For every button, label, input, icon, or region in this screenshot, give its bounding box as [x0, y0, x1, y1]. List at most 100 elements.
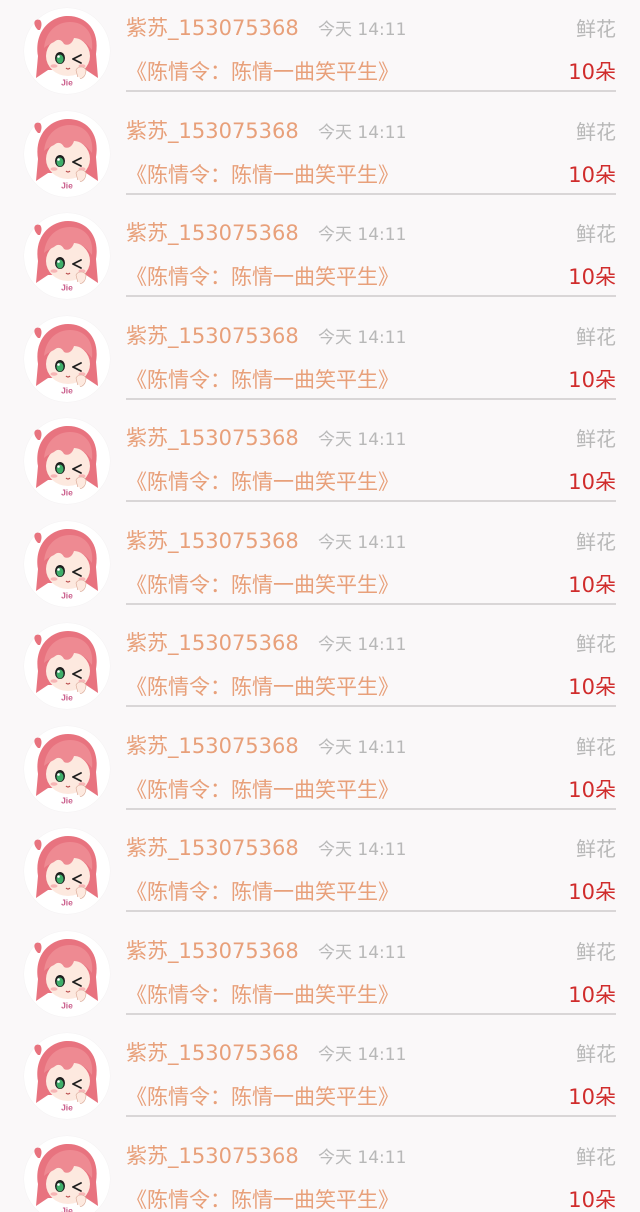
- user-avatar[interactable]: Jie: [24, 1033, 110, 1119]
- username[interactable]: 紫苏_153075368: [126, 1037, 299, 1067]
- anime-girl-avatar-icon: Jie: [34, 118, 98, 190]
- record-content: 紫苏_153075368 今天 14:11 鲜花 《陈情令：陈情一曲笑平生》 1…: [126, 513, 616, 605]
- user-avatar[interactable]: Jie: [24, 8, 110, 94]
- username[interactable]: 紫苏_153075368: [126, 115, 299, 145]
- username[interactable]: 紫苏_153075368: [126, 730, 299, 760]
- user-avatar[interactable]: Jie: [24, 110, 110, 197]
- gift-record-row[interactable]: Jie 紫苏_153075368 今天 14:11 鲜花 《陈情令：陈情一曲笑平…: [0, 615, 640, 718]
- gift-record-row[interactable]: Jie 紫苏_153075368 今天 14:11 鲜花 《陈情令：陈情一曲笑平…: [0, 410, 640, 513]
- avatar-badge-text: Jie: [61, 78, 73, 88]
- gift-record-row[interactable]: Jie 紫苏_153075368 今天 14:11 鲜花 《陈情令：陈情一曲笑平…: [0, 0, 640, 103]
- gift-record-row[interactable]: Jie 紫苏_153075368 今天 14:11 鲜花 《陈情令：陈情一曲笑平…: [0, 513, 640, 616]
- record-content: 紫苏_153075368 今天 14:11 鲜花 《陈情令：陈情一曲笑平生》 1…: [126, 615, 616, 707]
- timestamp: 今天 14:11: [318, 20, 407, 40]
- gift-type: 鲜花: [576, 427, 616, 451]
- username[interactable]: 紫苏_153075368: [126, 320, 299, 350]
- user-avatar[interactable]: Jie: [24, 418, 110, 504]
- gift-count: 10朵: [568, 777, 616, 802]
- username[interactable]: 紫苏_153075368: [126, 935, 299, 965]
- gift-record-row[interactable]: Jie 紫苏_153075368 今天 14:11 鲜花 《陈情令：陈情一曲笑平…: [0, 205, 640, 308]
- avatar-badge-text: Jie: [61, 1103, 73, 1113]
- anime-girl-avatar-icon: Jie: [34, 221, 98, 293]
- gift-type: 鲜花: [576, 1144, 616, 1169]
- timestamp: 今天 14:11: [318, 1045, 407, 1065]
- timestamp: 今天 14:11: [318, 430, 407, 450]
- gift-count: 10朵: [568, 675, 616, 699]
- gift-type: 鲜花: [576, 837, 616, 861]
- gift-count: 10朵: [568, 60, 616, 84]
- book-title[interactable]: 《陈情令：陈情一曲笑平生》: [126, 466, 399, 496]
- book-title[interactable]: 《陈情令：陈情一曲笑平生》: [126, 1081, 399, 1111]
- timestamp: 今天 14:11: [318, 635, 407, 655]
- username[interactable]: 紫苏_153075368: [126, 12, 299, 42]
- username[interactable]: 紫苏_153075368: [126, 832, 299, 862]
- username[interactable]: 紫苏_153075368: [126, 525, 299, 555]
- timestamp: 今天 14:11: [318, 327, 407, 348]
- gift-record-row[interactable]: Jie 紫苏_153075368 今天 14:11 鲜花 《陈情令：陈情一曲笑平…: [0, 923, 640, 1026]
- username[interactable]: 紫苏_153075368: [126, 217, 299, 247]
- gift-count: 10朵: [568, 1085, 616, 1109]
- user-avatar[interactable]: Jie: [24, 725, 110, 812]
- gift-record-row[interactable]: Jie 紫苏_153075368 今天 14:11 鲜花 《陈情令：陈情一曲笑平…: [0, 1128, 640, 1212]
- avatar-badge-text: Jie: [61, 590, 73, 600]
- gift-record-row[interactable]: Jie 紫苏_153075368 今天 14:11 鲜花 《陈情令：陈情一曲笑平…: [0, 718, 640, 821]
- avatar-badge-text: Jie: [61, 180, 73, 190]
- timestamp: 今天 14:11: [318, 225, 407, 245]
- record-content: 紫苏_153075368 今天 14:11 鲜花 《陈情令：陈情一曲笑平生》 1…: [126, 0, 616, 92]
- username[interactable]: 紫苏_153075368: [126, 422, 299, 452]
- record-content: 紫苏_153075368 今天 14:11 鲜花 《陈情令：陈情一曲笑平生》 1…: [126, 308, 616, 400]
- gift-type: 鲜花: [576, 734, 616, 759]
- user-avatar[interactable]: Jie: [24, 828, 110, 914]
- gift-count: 10朵: [568, 162, 616, 187]
- user-avatar[interactable]: Jie: [24, 1135, 110, 1212]
- username[interactable]: 紫苏_153075368: [126, 627, 299, 657]
- timestamp: 今天 14:11: [318, 1147, 407, 1168]
- book-title[interactable]: 《陈情令：陈情一曲笑平生》: [126, 671, 399, 701]
- book-title[interactable]: 《陈情令：陈情一曲笑平生》: [126, 56, 399, 86]
- gift-type: 鲜花: [576, 1042, 616, 1066]
- username[interactable]: 紫苏_153075368: [126, 1140, 299, 1170]
- gift-record-row[interactable]: Jie 紫苏_153075368 今天 14:11 鲜花 《陈情令：陈情一曲笑平…: [0, 820, 640, 923]
- record-content: 紫苏_153075368 今天 14:11 鲜花 《陈情令：陈情一曲笑平生》 1…: [126, 1025, 616, 1117]
- record-content: 紫苏_153075368 今天 14:11 鲜花 《陈情令：陈情一曲笑平生》 1…: [126, 820, 616, 912]
- gift-count: 10朵: [568, 265, 616, 289]
- avatar-badge-text: Jie: [61, 693, 73, 703]
- gift-record-row[interactable]: Jie 紫苏_153075368 今天 14:11 鲜花 《陈情令：陈情一曲笑平…: [0, 103, 640, 206]
- gift-record-row[interactable]: Jie 紫苏_153075368 今天 14:11 鲜花 《陈情令：陈情一曲笑平…: [0, 308, 640, 411]
- record-content: 紫苏_153075368 今天 14:11 鲜花 《陈情令：陈情一曲笑平生》 1…: [126, 718, 616, 810]
- gift-record-row[interactable]: Jie 紫苏_153075368 今天 14:11 鲜花 《陈情令：陈情一曲笑平…: [0, 1025, 640, 1128]
- record-content: 紫苏_153075368 今天 14:11 鲜花 《陈情令：陈情一曲笑平生》 1…: [126, 923, 616, 1015]
- gift-type: 鲜花: [576, 632, 616, 656]
- gift-count: 10朵: [568, 982, 616, 1007]
- book-title[interactable]: 《陈情令：陈情一曲笑平生》: [126, 876, 399, 906]
- avatar-badge-text: Jie: [61, 283, 73, 293]
- gift-type: 鲜花: [576, 17, 616, 41]
- book-title[interactable]: 《陈情令：陈情一曲笑平生》: [126, 979, 399, 1009]
- book-title[interactable]: 《陈情令：陈情一曲笑平生》: [126, 364, 399, 394]
- gift-count: 10朵: [568, 572, 616, 597]
- book-title[interactable]: 《陈情令：陈情一曲笑平生》: [126, 569, 399, 599]
- gift-record-list: Jie 紫苏_153075368 今天 14:11 鲜花 《陈情令：陈情一曲笑平…: [0, 0, 640, 1212]
- anime-girl-avatar-icon: Jie: [34, 1041, 98, 1113]
- user-avatar[interactable]: Jie: [24, 623, 110, 709]
- book-title[interactable]: 《陈情令：陈情一曲笑平生》: [126, 159, 399, 189]
- timestamp: 今天 14:11: [318, 840, 407, 860]
- user-avatar[interactable]: Jie: [24, 315, 110, 402]
- record-content: 紫苏_153075368 今天 14:11 鲜花 《陈情令：陈情一曲笑平生》 1…: [126, 410, 616, 502]
- user-avatar[interactable]: Jie: [24, 520, 110, 607]
- timestamp: 今天 14:11: [318, 122, 407, 143]
- anime-girl-avatar-icon: Jie: [34, 1143, 98, 1212]
- gift-type: 鲜花: [576, 222, 616, 246]
- avatar-badge-text: Jie: [61, 385, 73, 395]
- anime-girl-avatar-icon: Jie: [34, 323, 98, 395]
- book-title[interactable]: 《陈情令：陈情一曲笑平生》: [126, 774, 399, 804]
- book-title[interactable]: 《陈情令：陈情一曲笑平生》: [126, 1184, 399, 1212]
- book-title[interactable]: 《陈情令：陈情一曲笑平生》: [126, 261, 399, 291]
- avatar-badge-text: Jie: [61, 795, 73, 805]
- user-avatar[interactable]: Jie: [24, 213, 110, 299]
- gift-type: 鲜花: [576, 939, 616, 964]
- gift-count: 10朵: [568, 1187, 616, 1212]
- user-avatar[interactable]: Jie: [24, 930, 110, 1017]
- record-content: 紫苏_153075368 今天 14:11 鲜花 《陈情令：陈情一曲笑平生》 1…: [126, 205, 616, 297]
- gift-type: 鲜花: [576, 529, 616, 554]
